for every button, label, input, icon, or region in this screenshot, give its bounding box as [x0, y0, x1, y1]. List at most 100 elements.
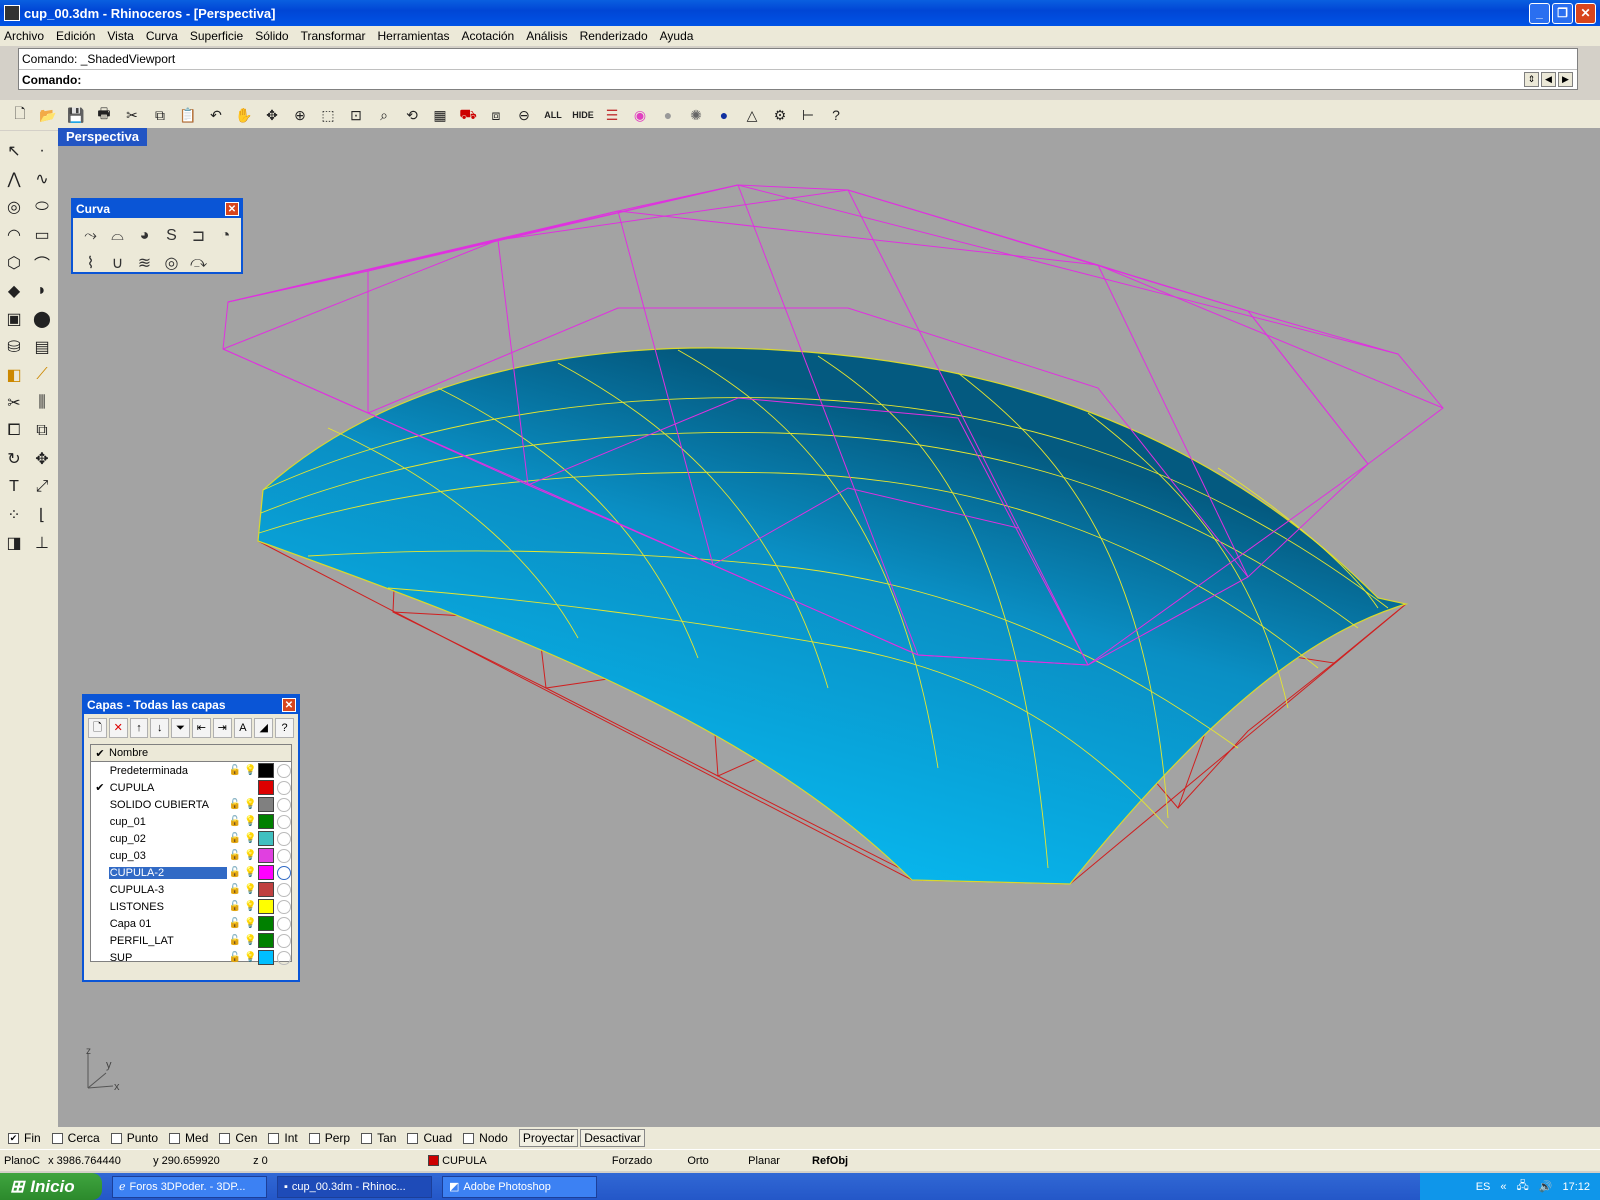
menu-acotacion[interactable]: Acotación [462, 29, 515, 43]
material-circle-icon[interactable] [277, 831, 291, 846]
spiral-icon[interactable]: ◎ [158, 249, 185, 276]
command-input[interactable]: Comando: [19, 69, 1577, 89]
unlock-icon[interactable]: 🔓 [227, 952, 243, 963]
layer-color-swatch[interactable] [258, 814, 275, 829]
helix-icon[interactable]: ≋ [131, 249, 158, 276]
curve-sphere-icon[interactable]: ◕ [131, 222, 158, 249]
layer-row[interactable]: SUP 🔓 💡 [91, 949, 291, 966]
rotate-3d-icon[interactable]: ↻ [0, 445, 28, 473]
checkbox-icon[interactable] [361, 1132, 373, 1144]
shaded-sphere-icon[interactable]: ● [656, 103, 680, 127]
curve-handle-icon[interactable]: ◔ [212, 222, 239, 249]
command-scroll-right-icon[interactable]: ▶ [1558, 72, 1573, 87]
bulb-icon[interactable]: 💡 [243, 765, 259, 776]
copy-icon[interactable]: ⧉ [148, 103, 172, 127]
volume-icon[interactable]: 🔊 [1539, 1180, 1553, 1193]
trim-icon[interactable]: ✂ [0, 389, 28, 417]
named-view-car-icon[interactable]: ⛟ [456, 103, 480, 127]
unlock-icon[interactable]: 🔓 [227, 935, 243, 946]
curve-sketch-icon[interactable]: S [158, 222, 185, 249]
material-circle-icon[interactable] [277, 780, 291, 795]
filter-icon[interactable]: ⏷ [171, 718, 190, 738]
layers-panel[interactable]: Capas - Todas las capas ✕ 🗋 ✕ ↑ ↓ ⏷ ⇤ ⇥ A… [82, 694, 300, 982]
forzado-toggle[interactable]: Forzado [599, 1155, 665, 1167]
curve-control-points-icon[interactable]: ⤳ [77, 222, 104, 249]
layer-color-swatch[interactable] [258, 933, 275, 948]
snap-tan[interactable]: Tan [361, 1131, 396, 1145]
render-mesh-icon[interactable]: ◧ [0, 361, 28, 389]
snap-fin[interactable]: ✔ Fin [8, 1131, 41, 1145]
material-circle-icon[interactable] [277, 899, 291, 914]
network-icon[interactable]: 🖧 [1517, 1177, 1529, 1196]
layer-row[interactable]: cup_01 🔓 💡 [91, 813, 291, 830]
ungroup-icon[interactable]: ⧉ [28, 417, 56, 445]
checkbox-icon[interactable] [407, 1132, 419, 1144]
loft-icon[interactable]: ◗ [28, 277, 56, 305]
clock[interactable]: 17:12 [1562, 1181, 1590, 1193]
layer-color-swatch[interactable] [258, 763, 275, 778]
tools-icon[interactable]: ◢ [254, 718, 274, 738]
delete-layer-icon[interactable]: ✕ [108, 718, 128, 738]
layer-color-swatch[interactable] [258, 865, 275, 880]
name-column-header[interactable]: Nombre [109, 747, 229, 759]
print-icon[interactable]: 🖶 [92, 103, 116, 127]
render-preview-icon[interactable]: ✺ [684, 103, 708, 127]
layer-row[interactable]: LISTONES 🔓 💡 [91, 898, 291, 915]
array-icon[interactable]: ⁘ [0, 501, 28, 529]
layer-row[interactable]: CUPULA-3 🔓 💡 [91, 881, 291, 898]
pan-hand-icon[interactable]: ✋ [232, 103, 256, 127]
mesh-icon[interactable]: ▤ [28, 333, 56, 361]
curva-panel-close-icon[interactable]: ✕ [225, 202, 239, 216]
menu-transformar[interactable]: Transformar [301, 29, 366, 43]
menu-solido[interactable]: Sólido [255, 29, 288, 43]
scale-icon[interactable]: ⤢ [28, 473, 56, 501]
new-file-icon[interactable]: 🗋 [8, 103, 32, 127]
bulb-icon[interactable]: 💡 [243, 799, 259, 810]
move-layer-up-icon[interactable]: ↑ [129, 718, 149, 738]
checkbox-icon[interactable] [308, 1132, 320, 1144]
start-button[interactable]: ⊞ Inicio [0, 1173, 102, 1200]
save-icon[interactable]: 💾 [64, 103, 88, 127]
dimension-icon[interactable]: ⊢ [796, 103, 820, 127]
zoom-dynamic-icon[interactable]: ⊕ [288, 103, 312, 127]
bulb-icon[interactable]: 💡 [243, 816, 259, 827]
surface-icon[interactable]: ◆ [0, 277, 28, 305]
box-solid-icon[interactable]: ▣ [0, 305, 28, 333]
layer-color-swatch[interactable] [258, 831, 275, 846]
bulb-icon[interactable]: 💡 [243, 850, 259, 861]
dimension-linear-icon[interactable]: ⊥ [28, 529, 56, 557]
expand-icon[interactable]: ⇥ [212, 718, 232, 738]
boolean-icon[interactable]: ⬤ [28, 305, 56, 333]
object-snap-icon[interactable]: ⊖ [512, 103, 536, 127]
unlock-icon[interactable]: 🔓 [227, 816, 243, 827]
arc-icon[interactable]: ◠ [0, 221, 28, 249]
curva-panel[interactable]: Curva ✕ ⤳ ⌓ ◕ S ⊐ ◔ ⌇ ∪ ≋ ◎ ⤼ [71, 198, 243, 274]
snap-cen[interactable]: Cen [219, 1131, 257, 1145]
minimize-button[interactable]: _ [1529, 3, 1550, 24]
new-layer-icon[interactable]: 🗋 [88, 718, 107, 738]
ellipse-icon[interactable]: ⬭ [28, 193, 56, 221]
unlock-icon[interactable]: 🔓 [227, 901, 243, 912]
point-icon[interactable]: · [28, 137, 56, 165]
menu-herramientas[interactable]: Herramientas [378, 29, 450, 43]
refobj-toggle[interactable]: RefObj [797, 1155, 863, 1167]
layer-row[interactable]: Capa 01 🔓 💡 [91, 915, 291, 932]
layer-color-swatch[interactable] [258, 899, 275, 914]
checkbox-icon[interactable] [51, 1132, 63, 1144]
show-all-button[interactable]: ALL [540, 103, 566, 127]
collapse-icon[interactable]: ⇤ [191, 718, 211, 738]
layer-row[interactable]: PERFIL_LAT 🔓 💡 [91, 932, 291, 949]
bulb-icon[interactable]: 💡 [243, 918, 259, 929]
open-file-icon[interactable]: 📂 [36, 103, 60, 127]
four-viewports-icon[interactable]: ▦ [428, 103, 452, 127]
planar-toggle[interactable]: Planar [731, 1155, 797, 1167]
task-photoshop[interactable]: ◩ Adobe Photoshop [442, 1175, 597, 1198]
current-layer-indicator[interactable]: CUPULA [424, 1155, 599, 1167]
menu-renderizado[interactable]: Renderizado [580, 29, 648, 43]
hide-button[interactable]: HIDE [570, 103, 596, 127]
paste-icon[interactable]: 📋 [176, 103, 200, 127]
text-icon[interactable]: T [0, 473, 28, 501]
group-icon[interactable]: ⧠ [0, 417, 28, 445]
material-circle-icon[interactable] [277, 933, 291, 948]
unlock-icon[interactable]: 🔓 [227, 833, 243, 844]
